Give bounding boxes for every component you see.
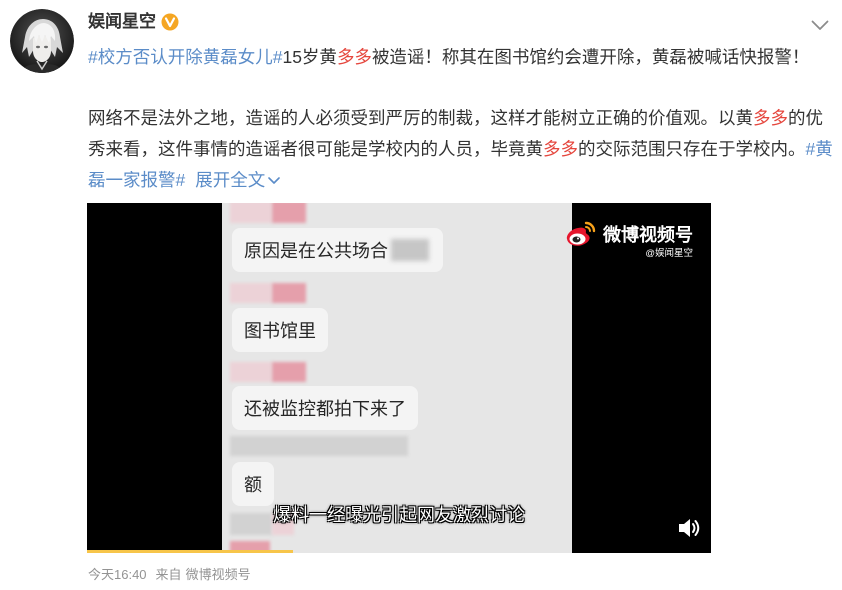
- post-meta: 今天16:40 来自 微博视频号: [88, 566, 251, 584]
- post-headline: #校方否认开除黄磊女儿#15岁黄多多被造谣！称其在图书馆约会遭开除，黄磊被喊话快…: [88, 45, 833, 69]
- chat-bubble: 图书馆里: [232, 308, 328, 352]
- video-progress-bar[interactable]: [87, 550, 711, 553]
- chat-message-text: 额: [244, 475, 262, 495]
- headline-text: 15岁黄: [282, 47, 337, 67]
- blurred-username: [230, 283, 306, 303]
- body-text: 网络不是法外之地，造谣的人必须受到严厉的制裁，这样才能树立正确的价值观。以黄: [88, 108, 753, 128]
- weibo-logo-icon: [566, 221, 596, 246]
- keyword-highlight: 多多: [543, 139, 578, 159]
- blurred-username: [230, 362, 306, 382]
- source-prefix: 来自: [155, 567, 182, 582]
- chat-bubble: 还被监控都拍下来了: [232, 386, 418, 430]
- author-name[interactable]: 娱闻星空: [88, 11, 156, 33]
- chat-message-text: 图书馆里: [244, 321, 316, 341]
- topic-link-huang-lei-family-report[interactable]: 磊一家报警#: [88, 170, 185, 190]
- post-time-link[interactable]: 今天16:40: [88, 566, 147, 584]
- post-menu-chevron-down-icon[interactable]: [811, 20, 829, 32]
- keyword-highlight: 多多: [753, 108, 788, 128]
- headline-text: 被造谣！称其在图书馆约会遭开除，黄磊被喊话快报警！: [371, 47, 810, 67]
- watermark-brand: 微博视频号: [603, 225, 693, 245]
- verified-badge-icon: [161, 13, 179, 31]
- post-source-link[interactable]: 微博视频号: [186, 566, 251, 584]
- topic-link-huang-lei-family-report[interactable]: #黄: [806, 139, 833, 159]
- post-body: 网络不是法外之地，造谣的人必须受到严厉的制裁，这样才能树立正确的价值观。以黄多多…: [88, 103, 836, 196]
- chat-bubble: 额: [232, 462, 274, 506]
- weibo-logo-icon: [565, 220, 597, 248]
- topic-link-school-denies-expulsion[interactable]: #校方否认开除黄磊女儿#: [88, 47, 282, 67]
- redacted-blur: [391, 239, 429, 261]
- author-row: 娱闻星空: [88, 11, 179, 33]
- speaker-icon[interactable]: [677, 517, 701, 539]
- author-avatar[interactable]: [10, 9, 74, 73]
- chat-bubble: 原因是在公共场合: [232, 228, 443, 272]
- speaker-icon[interactable]: [677, 517, 701, 539]
- chevron-down-icon[interactable]: [268, 176, 281, 185]
- blurred-username: [230, 203, 306, 223]
- expand-full-text-link[interactable]: 展开全文: [195, 165, 281, 196]
- expand-full-text-label[interactable]: 展开全文: [195, 165, 265, 196]
- video-frame-chat-screenshot: 原因是在公共场合 图书馆里 还被监控都拍下来了 额: [222, 203, 572, 553]
- watermark-handle: @娱闻星空: [645, 248, 693, 259]
- video-subtitle: 爆料一经曝光引起网友激烈讨论: [273, 505, 525, 525]
- video-player[interactable]: 原因是在公共场合 图书馆里 还被监控都拍下来了 额 微博视频号 @娱闻星空 爆料…: [87, 203, 711, 553]
- keyword-highlight: 多多: [336, 47, 372, 67]
- body-text: 的优: [788, 108, 823, 128]
- chevron-down-icon[interactable]: [811, 20, 829, 31]
- body-text: 的交际范围只存在于学校内。: [578, 139, 806, 159]
- chevron-down-icon[interactable]: [268, 176, 281, 185]
- avatar-image-icon[interactable]: [10, 9, 74, 73]
- weibo-post-card: 娱闻星空 #校方否认开除黄磊女儿#15岁黄多多被造谣！称其在图书馆约会遭开除，黄…: [0, 0, 842, 590]
- post-body-line: 秀来看，这件事情的造谣者很可能是学校内的人员，毕竟黄多多的交际范围只存在于学校内…: [88, 134, 836, 165]
- verified-v-icon: [161, 13, 179, 31]
- body-text: 秀来看，这件事情的造谣者很可能是学校内的人员，毕竟黄: [88, 139, 543, 159]
- post-body-line: 磊一家报警# 展开全文: [88, 165, 836, 196]
- chat-message-text: 原因是在公共场合: [244, 241, 388, 261]
- post-body-line: 网络不是法外之地，造谣的人必须受到严厉的制裁，这样才能树立正确的价值观。以黄多多…: [88, 103, 836, 134]
- chat-message-text: 还被监控都拍下来了: [244, 399, 406, 419]
- video-progress-fill: [87, 550, 293, 553]
- blurred-username: [230, 436, 408, 456]
